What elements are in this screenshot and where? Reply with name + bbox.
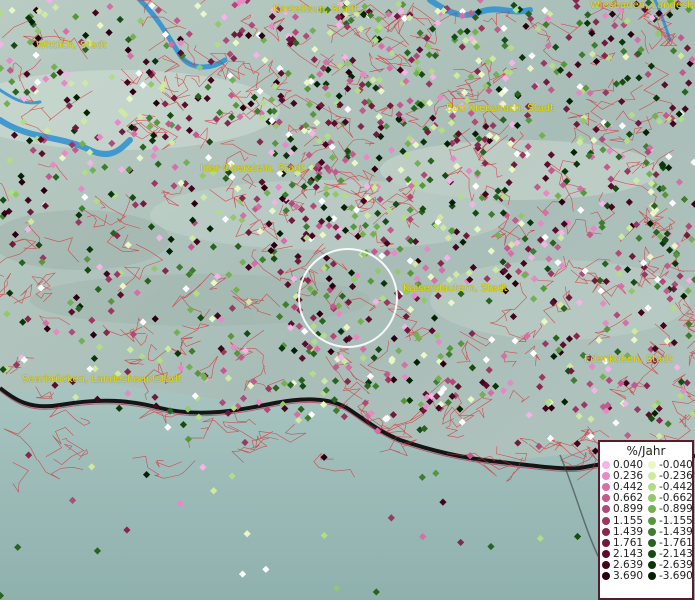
legend-entry-positive: 0.236 [602, 469, 648, 482]
legend-swatch [648, 505, 656, 514]
legend-label: 0.442 [613, 480, 644, 493]
legend-swatch [602, 550, 610, 559]
legend-entry-positive: 1.439 [602, 525, 648, 538]
city-label: Saarbrücken, Landeshauptstadt [22, 374, 182, 385]
legend-entry-negative: -0.040 [648, 458, 694, 471]
legend-swatch [648, 538, 656, 547]
legend-grid: 0.040 -0.040 0.236 -0.236 0.442 -0.442 0.662 -0… [600, 458, 694, 583]
legend-label: -0.442 [659, 480, 693, 493]
legend-label: -3.690 [659, 570, 693, 583]
legend-entry-negative: -2.143 [648, 548, 694, 561]
city-label: Wiesbaden, Landeshauptstadt [590, 0, 695, 11]
legend-label: -0.040 [659, 458, 693, 471]
legend-entry-negative: -1.155 [648, 514, 694, 527]
city-label: Kastellaun, Stadt [273, 4, 359, 15]
legend-title: %/Jahr [626, 444, 666, 458]
legend-label: 1.155 [613, 514, 644, 527]
legend-label: -0.899 [659, 503, 693, 516]
legend-swatch [602, 505, 610, 514]
legend-label: 0.899 [613, 503, 644, 516]
legend-entry-positive: 0.662 [602, 492, 648, 505]
map-canvas[interactable] [0, 0, 695, 600]
legend-entry-positive: 1.155 [602, 514, 648, 527]
legend-swatch [602, 527, 610, 536]
legend-entry-positive: 2.143 [602, 548, 648, 561]
legend-entry-negative: -3.690 [648, 570, 694, 583]
city-label: Edenkoben, Stadt [584, 354, 673, 365]
legend-label: 1.761 [613, 536, 644, 549]
legend-label: 2.639 [613, 559, 644, 572]
legend-swatch [602, 482, 610, 491]
legend-entry-negative: -1.439 [648, 525, 694, 538]
legend-label: -2.143 [659, 548, 693, 561]
legend-label: -0.662 [659, 492, 693, 505]
legend-label: 1.439 [613, 525, 644, 538]
legend-label: -1.155 [659, 514, 693, 527]
legend-swatch [648, 471, 656, 480]
legend-label: 0.662 [613, 492, 644, 505]
legend-entry-positive: 0.899 [602, 503, 648, 516]
legend-entry-positive: 0.442 [602, 480, 648, 493]
legend-swatch [648, 494, 656, 503]
legend-entry-negative: -0.442 [648, 480, 694, 493]
legend-entry-positive: 1.761 [602, 536, 648, 549]
city-label: Wittlich, Stadt [36, 40, 107, 51]
legend-label: 2.143 [613, 548, 644, 561]
legend-entry-positive: 2.639 [602, 559, 648, 572]
legend-swatch [648, 550, 656, 559]
city-label: Bad Kreuznach, Stadt [446, 103, 555, 114]
legend-swatch [648, 516, 656, 525]
legend-label: -1.439 [659, 525, 693, 538]
legend-swatch [602, 471, 610, 480]
legend-label: -1.761 [659, 536, 693, 549]
map-view[interactable]: Kastellaun, Stadt Wiesbaden, Landeshaupts… [0, 0, 695, 600]
legend-entry-negative: -0.899 [648, 503, 694, 516]
legend-swatch [648, 482, 656, 491]
legend-label: 3.690 [613, 570, 644, 583]
legend-entry-negative: -1.761 [648, 536, 694, 549]
city-label: Idar-Oberstein, Stadt [200, 163, 305, 174]
legend-label: -0.236 [659, 469, 693, 482]
legend-entry-positive: 3.690 [602, 570, 648, 583]
legend-entry-negative: -0.662 [648, 492, 694, 505]
legend-label: 0.236 [613, 469, 644, 482]
legend-swatch [602, 494, 610, 503]
legend-entry-positive: 0.040 [602, 458, 648, 471]
legend-entry-negative: -2.639 [648, 559, 694, 572]
legend-entry-negative: -0.236 [648, 469, 694, 482]
legend-swatch [602, 538, 610, 547]
legend-swatch [602, 572, 610, 581]
legend-label: -2.639 [659, 559, 693, 572]
legend-swatch [602, 516, 610, 525]
legend-swatch [648, 527, 656, 536]
legend-label: 0.040 [613, 458, 644, 471]
legend-swatch [648, 572, 656, 581]
legend: %/Jahr 0.040 -0.040 0.236 -0.236 0.442 -0.442… [598, 440, 694, 600]
legend-swatch [648, 460, 656, 469]
legend-swatch [602, 460, 610, 469]
legend-swatch [648, 561, 656, 570]
city-label: Kaiserslautern, Stadt [403, 283, 508, 294]
legend-swatch [602, 561, 610, 570]
